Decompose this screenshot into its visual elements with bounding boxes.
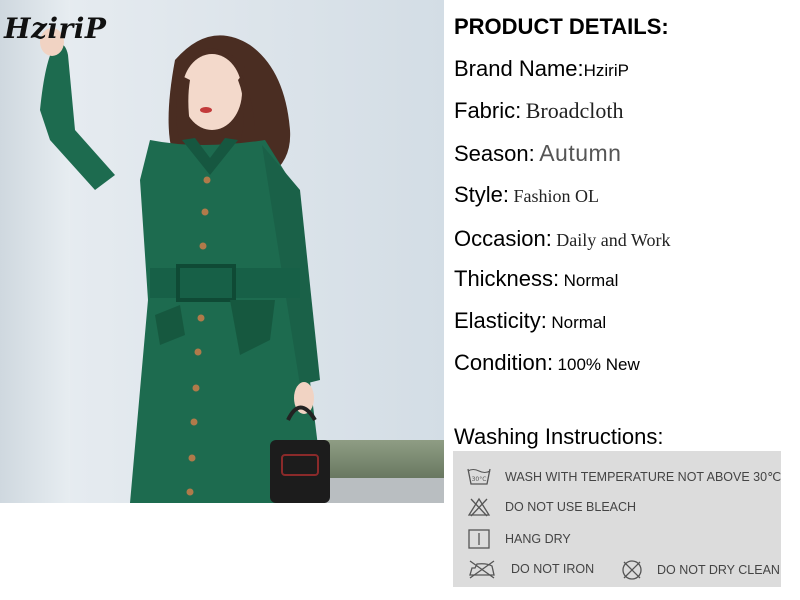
detail-label: Elasticity: <box>454 308 547 333</box>
detail-label: Season: <box>454 141 535 166</box>
detail-value: HziriP <box>583 61 629 80</box>
detail-row-condition: Condition: 100% New <box>454 350 640 380</box>
wash-item-text: HANG DRY <box>505 532 571 546</box>
brand-logo: HziriP <box>4 12 107 45</box>
hang-dry-icon <box>468 529 490 549</box>
detail-row-brand-name: Brand Name:HziriP <box>454 56 629 86</box>
detail-label: Style: <box>454 182 510 207</box>
product-photo: HziriP <box>0 0 444 503</box>
wash-item-iron: DO NOT IRON <box>467 558 594 580</box>
wash-item-text: DO NOT IRON <box>511 562 595 576</box>
detail-row-season: Season: Autumn <box>454 140 621 170</box>
detail-label: Occasion: <box>454 226 552 251</box>
detail-value: Broadcloth <box>525 98 624 123</box>
product-details-title: PRODUCT DETAILS: <box>454 14 669 39</box>
detail-value: 100% New <box>557 355 640 374</box>
wash-30-icon: 30°C <box>467 468 491 485</box>
svg-text:30°C: 30°C <box>472 476 487 483</box>
detail-value: Fashion OL <box>513 186 599 206</box>
wash-item-dry-clean: DO NOT DRY CLEAN <box>621 559 780 581</box>
wash-item-text: DO NOT DRY CLEAN <box>657 563 780 577</box>
detail-label: Thickness: <box>454 266 560 291</box>
detail-label: Condition: <box>454 350 554 375</box>
wash-item-bleach: DO NOT USE BLEACH <box>467 496 636 518</box>
model-illustration <box>40 28 330 503</box>
no-dry-clean-icon <box>622 560 642 580</box>
detail-row-occasion: Occasion: Daily and Work <box>454 226 670 256</box>
detail-row-style: Style: Fashion OL <box>454 182 599 212</box>
no-iron-icon <box>469 560 495 579</box>
washing-instructions-panel: 30°C WASH WITH TEMPERATURE NOT ABOVE 30℃… <box>453 451 781 587</box>
detail-row-fabric: Fabric: Broadcloth <box>454 98 623 128</box>
no-bleach-icon <box>467 497 491 517</box>
detail-value: Normal <box>563 271 619 290</box>
wash-item-text: WASH WITH TEMPERATURE NOT ABOVE 30℃ <box>505 469 782 484</box>
detail-label: Fabric: <box>454 98 522 123</box>
detail-row-thickness: Thickness: Normal <box>454 266 618 296</box>
detail-value: Autumn <box>539 140 622 166</box>
detail-row-elasticity: Elasticity: Normal <box>454 308 606 338</box>
wash-item-temperature: 30°C WASH WITH TEMPERATURE NOT ABOVE 30℃ <box>467 465 781 487</box>
detail-value: Normal <box>551 313 607 332</box>
wash-item-text: DO NOT USE BLEACH <box>505 500 637 514</box>
wash-item-hang-dry: HANG DRY <box>467 528 571 550</box>
washing-instructions-title: Washing Instructions: <box>454 424 664 449</box>
detail-value: Daily and Work <box>556 230 671 250</box>
detail-label: Brand Name: <box>454 56 584 81</box>
